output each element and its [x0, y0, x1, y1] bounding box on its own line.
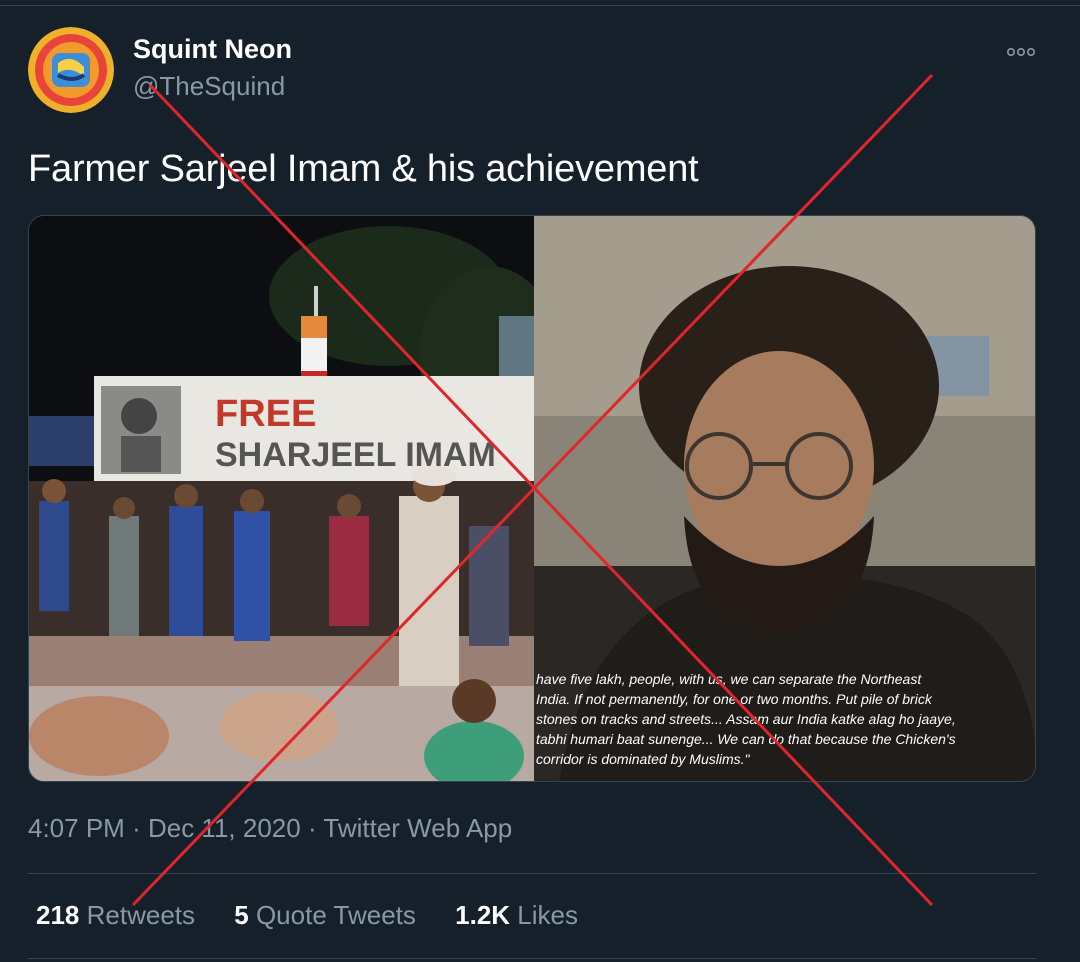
banner-text-free: FREE — [215, 393, 316, 435]
tweet-date[interactable]: Dec 11, 2020 — [148, 813, 301, 843]
tweet-metadata: 4:07 PM · Dec 11, 2020 · Twitter Web App — [28, 813, 512, 844]
retweets-label: Retweets — [86, 900, 196, 930]
tweet-media[interactable]: FREE SHARJEEL IMAM have five lakh, peopl… — [28, 215, 1036, 782]
likes-stat[interactable]: 1.2K Likes — [455, 900, 578, 931]
meta-separator: · — [307, 813, 317, 843]
engagement-stats: 218 Retweets 5 Quote Tweets 1.2K Likes — [36, 900, 610, 931]
banner-text-name: SHARJEEL IMAM — [215, 436, 496, 474]
more-horizontal-icon — [1007, 48, 1035, 57]
caption-line: corridor is dominated by Muslims." — [536, 751, 751, 767]
tweet-text: Farmer Sarjeel Imam & his achievement — [28, 148, 699, 190]
top-divider — [0, 5, 1080, 6]
stats-divider — [28, 873, 1036, 874]
likes-count: 1.2K — [455, 900, 511, 930]
right-photo[interactable]: have five lakh, people, with us, we can … — [534, 216, 1036, 782]
bottom-divider — [28, 958, 1036, 959]
user-handle[interactable]: @TheSquind — [133, 71, 285, 102]
retweets-count: 218 — [36, 900, 80, 930]
quote-tweets-stat[interactable]: 5 Quote Tweets — [234, 900, 416, 931]
retweets-stat[interactable]: 218 Retweets — [36, 900, 195, 931]
tweet-source[interactable]: Twitter Web App — [323, 813, 512, 843]
quote-tweets-label: Quote Tweets — [255, 900, 416, 930]
more-options-button[interactable] — [1003, 42, 1039, 62]
caption-line: tabhi humari baat sunenge... We can do t… — [536, 731, 956, 747]
avatar[interactable] — [28, 27, 114, 113]
caption-line: India. If not permanently, for one or tw… — [536, 691, 933, 707]
left-photo[interactable]: FREE SHARJEEL IMAM — [29, 216, 559, 782]
quote-tweets-count: 5 — [234, 900, 249, 930]
display-name[interactable]: Squint Neon — [133, 34, 292, 65]
meta-separator: · — [132, 813, 141, 843]
caption-line: stones on tracks and streets... Assam au… — [536, 711, 956, 727]
likes-label: Likes — [517, 900, 578, 930]
caption-line: have five lakh, people, with us, we can … — [536, 671, 922, 687]
tweet-time[interactable]: 4:07 PM — [28, 813, 125, 843]
